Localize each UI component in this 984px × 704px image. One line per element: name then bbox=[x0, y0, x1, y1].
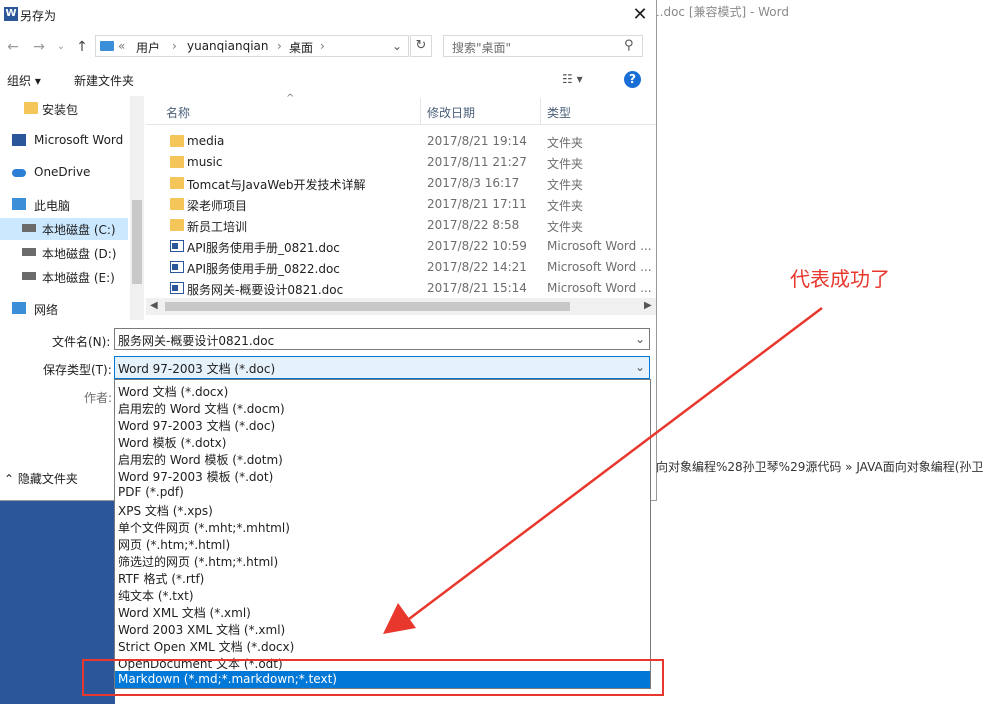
annotation-text: 代表成功了 bbox=[790, 267, 890, 291]
annotation-arrow-icon bbox=[383, 307, 823, 634]
annotation-highlight-box bbox=[82, 659, 664, 696]
